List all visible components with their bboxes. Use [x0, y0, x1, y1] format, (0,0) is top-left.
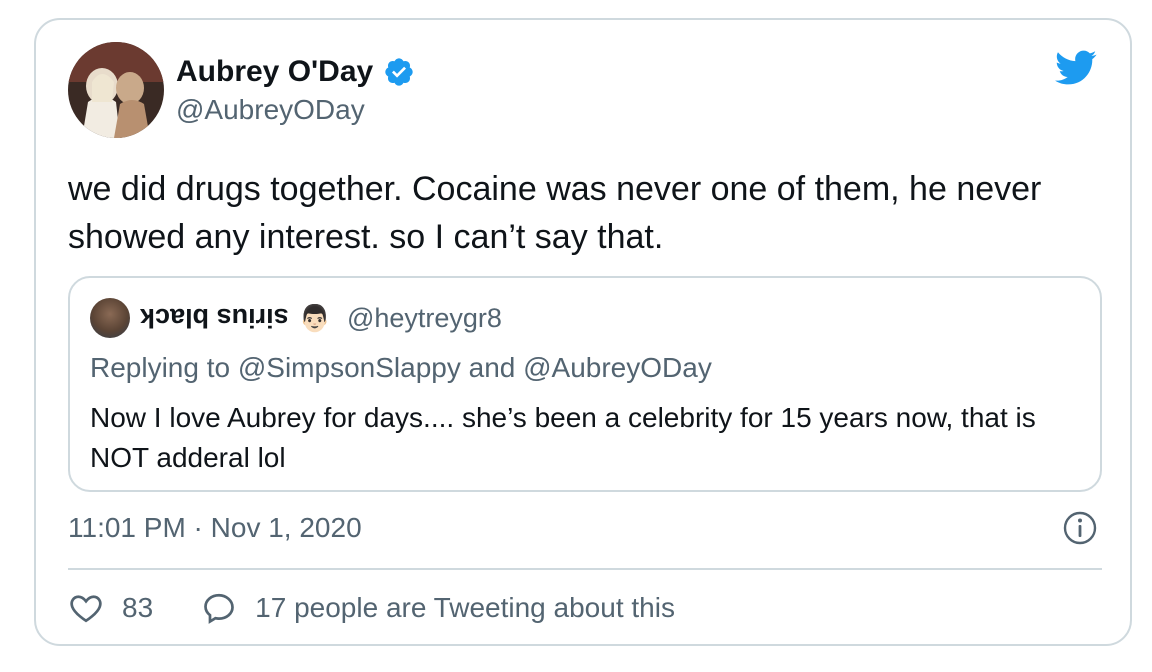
quoted-avatar[interactable] [90, 298, 130, 338]
info-icon[interactable] [1062, 510, 1098, 546]
quoted-display-name[interactable]: sirius black [140, 300, 289, 336]
quoted-header: sirius black 👨🏻 @heytreygr8 [90, 298, 502, 338]
tweet-card: Aubrey O'Day @AubreyODay we did drugs to… [34, 18, 1132, 646]
author-display-name[interactable]: Aubrey O'Day [176, 54, 373, 90]
author-name-row: Aubrey O'Day [176, 54, 415, 90]
tweet-actions: 83 17 people are Tweeting about this [68, 590, 675, 626]
tweet-text: we did drugs together. Cocaine was never… [68, 170, 1042, 256]
author-avatar[interactable] [68, 42, 164, 138]
heart-icon[interactable] [68, 590, 104, 626]
quoted-replying-to: Replying to @SimpsonSlappy and @AubreyOD… [90, 352, 712, 383]
author-handle[interactable]: @AubreyODay [176, 92, 365, 128]
like-action[interactable]: 83 [68, 590, 153, 626]
like-count: 83 [122, 592, 154, 623]
quoted-name-emoji: 👨🏻 [298, 303, 331, 333]
tweet-timestamp[interactable]: 11:01 PM · Nov 1, 2020 [68, 510, 362, 546]
speech-bubble-icon[interactable] [201, 590, 237, 626]
tweeting-action[interactable]: 17 people are Tweeting about this [201, 590, 675, 626]
verified-badge-icon [383, 56, 415, 88]
divider [68, 568, 1102, 570]
quoted-handle[interactable]: @heytreygr8 [347, 300, 502, 336]
quoted-tweet[interactable]: sirius black 👨🏻 @heytreygr8 Replying to … [68, 276, 1102, 492]
tweeting-text[interactable]: 17 people are Tweeting about this [255, 590, 675, 626]
twitter-bird-icon[interactable] [1052, 46, 1100, 88]
quoted-text: Now I love Aubrey for days.... she’s bee… [90, 402, 1036, 473]
